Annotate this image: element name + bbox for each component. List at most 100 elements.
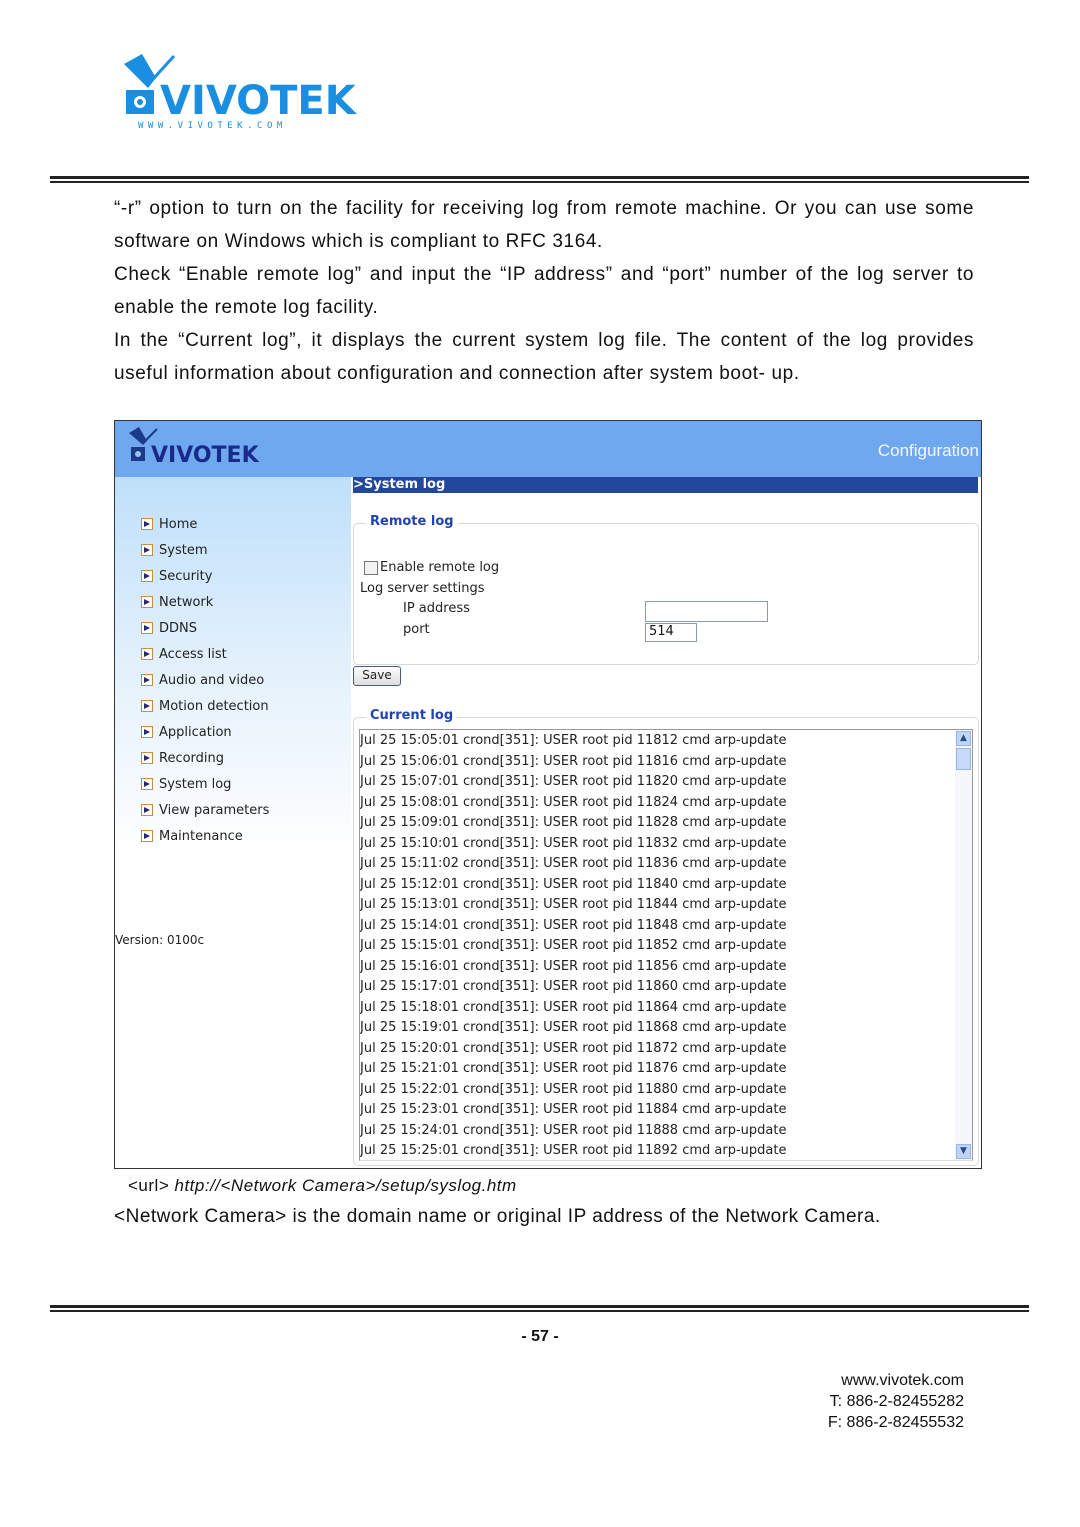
current-log-legend: Current log — [366, 708, 458, 723]
paragraph: Check “Enable remote log” and input the … — [114, 264, 974, 318]
config-title: Configuration — [877, 441, 979, 460]
log-lines: Jul 25 15:05:01 crond[351]: USER root pi… — [360, 731, 950, 1160]
arrow-icon — [141, 830, 153, 842]
log-line: Jul 25 15:13:01 crond[351]: USER root pi… — [360, 897, 787, 912]
main-panel: >System log Remote log Enable remote log… — [351, 477, 981, 1168]
arrow-icon — [141, 726, 153, 738]
ip-address-input[interactable] — [645, 601, 768, 622]
log-line: Jul 25 15:12:01 crond[351]: USER root pi… — [360, 876, 787, 892]
arrow-icon — [141, 622, 153, 634]
intro-text: “-r” option to turn on the facility for … — [114, 192, 974, 390]
arrow-icon — [141, 570, 153, 582]
sidebar-item-recording[interactable]: Recording — [141, 749, 224, 767]
page-number: - 57 - — [521, 1328, 559, 1345]
log-line: Jul 25 15:21:01 crond[351]: USER root pi… — [360, 1061, 787, 1076]
sidebar-item-system[interactable]: System — [141, 541, 207, 559]
url-value: http://<Network Camera>/setup/syslog.htm — [174, 1176, 517, 1195]
log-line: Jul 25 15:18:01 crond[351]: USER root pi… — [360, 999, 787, 1015]
log-line: Jul 25 15:15:01 crond[351]: USER root pi… — [360, 938, 787, 953]
sidebar-item-label: System — [159, 542, 208, 558]
sidebar-item-label: DDNS — [159, 620, 197, 636]
sidebar-item-network[interactable]: Network — [141, 593, 213, 611]
vivotek-logo: VIVOTEK WWW.VIVOTEK.COM — [124, 54, 358, 131]
config-header: VIVOTEK Configuration — [115, 421, 981, 477]
footer-divider — [50, 1305, 1029, 1312]
sidebar-item-label: Audio and video — [159, 672, 265, 688]
log-line: Jul 25 15:23:01 crond[351]: USER root pi… — [360, 1102, 787, 1117]
arrow-icon — [141, 752, 153, 764]
log-line: Jul 25 15:07:01 crond[351]: USER root pi… — [360, 774, 787, 789]
sidebar-item-view-parameters[interactable]: View parameters — [141, 801, 269, 819]
log-line: Jul 25 15:11:02 crond[351]: USER root pi… — [360, 856, 787, 871]
save-button[interactable]: Save — [353, 666, 401, 686]
sidebar-item-system-log[interactable]: System log — [141, 775, 231, 793]
arrow-icon — [141, 778, 153, 790]
sidebar-item-label: Motion detection — [159, 698, 269, 714]
log-line: Jul 25 15:14:01 crond[351]: USER root pi… — [360, 917, 787, 933]
current-log-textarea[interactable]: Jul 25 15:05:01 crond[351]: USER root pi… — [359, 729, 973, 1161]
remote-log-fieldset: Remote log Enable remote log Log server … — [353, 514, 979, 665]
paragraph: “-r” option to turn on the facility for … — [114, 198, 974, 252]
sidebar-item-maintenance[interactable]: Maintenance — [141, 827, 243, 845]
port-input[interactable]: 514 — [645, 623, 697, 642]
logo-url: WWW.VIVOTEK.COM — [138, 121, 287, 131]
contact-info: www.vivotek.com T: 886-2-82455282 F: 886… — [828, 1370, 964, 1433]
log-line: Jul 25 15:16:01 crond[351]: USER root pi… — [360, 958, 787, 974]
sidebar-item-label: Maintenance — [159, 828, 243, 844]
scroll-thumb[interactable] — [956, 748, 971, 770]
section-title: >System log — [353, 477, 978, 493]
log-scrollbar[interactable]: ▲ ▼ — [955, 730, 972, 1160]
logo-wordmark-small: VIVOTEK — [151, 443, 260, 468]
sidebar-item-label: View parameters — [159, 802, 270, 818]
sidebar-item-label: Security — [159, 568, 213, 584]
port-label: port — [403, 622, 430, 637]
logo-wordmark: VIVOTEK — [160, 78, 358, 124]
arrow-icon — [141, 544, 153, 556]
arrow-icon — [141, 518, 153, 530]
paragraph: In the “Current log”, it displays the cu… — [114, 330, 974, 384]
arrow-icon — [141, 648, 153, 660]
sidebar-nav: Home System Security Network DDNS Access… — [115, 477, 351, 1168]
log-line: Jul 25 15:19:01 crond[351]: USER root pi… — [360, 1020, 787, 1035]
log-line: Jul 25 15:08:01 crond[351]: USER root pi… — [360, 794, 787, 810]
log-line: Jul 25 15:22:01 crond[351]: USER root pi… — [360, 1081, 787, 1097]
sidebar-item-access-list[interactable]: Access list — [141, 645, 227, 663]
remote-log-legend: Remote log — [366, 514, 458, 529]
sidebar-item-label: Access list — [159, 646, 227, 662]
sidebar-item-label: Network — [159, 594, 214, 610]
enable-remote-log-label: Enable remote log — [380, 560, 500, 575]
log-line: Jul 25 15:10:01 crond[351]: USER root pi… — [360, 835, 787, 851]
sidebar-item-ddns[interactable]: DDNS — [141, 619, 197, 637]
log-line: Jul 25 15:20:01 crond[351]: USER root pi… — [360, 1040, 787, 1056]
arrow-icon — [141, 674, 153, 686]
sidebar-item-audio-video[interactable]: Audio and video — [141, 671, 264, 689]
log-line: Jul 25 15:05:01 crond[351]: USER root pi… — [360, 733, 787, 748]
sidebar-item-label: Recording — [159, 750, 225, 766]
arrow-icon — [141, 804, 153, 816]
website: www.vivotek.com — [841, 1372, 964, 1389]
scroll-down-icon[interactable]: ▼ — [956, 1144, 971, 1159]
firmware-version: Version: 0100c — [115, 933, 205, 947]
scroll-up-icon[interactable]: ▲ — [956, 731, 971, 746]
arrow-icon — [141, 596, 153, 608]
url-label: <url> — [128, 1176, 170, 1195]
header-divider — [50, 176, 1029, 183]
phone: T: 886-2-82455282 — [829, 1393, 964, 1410]
fax: F: 886-2-82455532 — [827, 1414, 964, 1431]
url-line: <url> http://<Network Camera>/setup/sysl… — [128, 1176, 517, 1196]
log-line: Jul 25 15:06:01 crond[351]: USER root pi… — [360, 753, 787, 769]
log-line: Jul 25 15:09:01 crond[351]: USER root pi… — [360, 815, 787, 830]
ip-address-label: IP address — [403, 601, 470, 616]
sidebar-item-label: Home — [159, 516, 198, 532]
enable-remote-log-checkbox[interactable] — [364, 561, 378, 575]
network-camera-note: <Network Camera> is the domain name or o… — [114, 1206, 881, 1227]
sidebar-item-home[interactable]: Home — [141, 515, 197, 533]
arrow-icon — [141, 700, 153, 712]
sidebar-item-application[interactable]: Application — [141, 723, 232, 741]
log-line: Jul 25 15:25:01 crond[351]: USER root pi… — [360, 1143, 787, 1158]
system-log-screenshot: VIVOTEK Configuration Home System Securi… — [114, 420, 982, 1169]
sidebar-item-security[interactable]: Security — [141, 567, 212, 585]
sidebar-item-motion-detection[interactable]: Motion detection — [141, 697, 269, 715]
sidebar-item-label: Application — [159, 724, 232, 740]
log-server-settings-label: Log server settings — [360, 581, 485, 596]
